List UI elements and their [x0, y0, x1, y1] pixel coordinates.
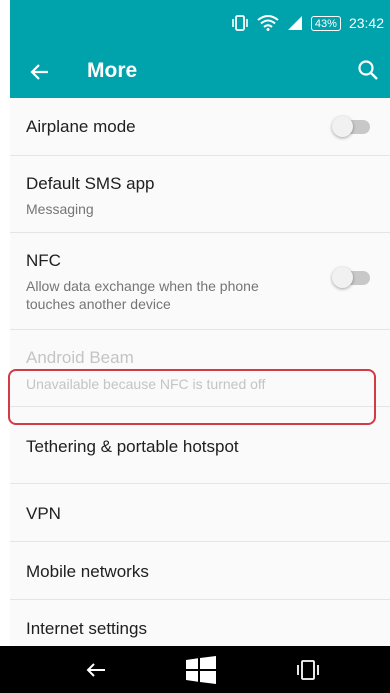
search-icon[interactable]: [356, 58, 380, 82]
setting-default-sms-app[interactable]: Default SMS app Messaging: [10, 156, 390, 233]
cell-signal-icon: [287, 15, 303, 31]
setting-label: Tethering & portable hotspot: [26, 437, 239, 456]
toggle-thumb: [332, 267, 353, 288]
setting-mobile-networks[interactable]: Mobile networks: [10, 542, 390, 600]
setting-nfc[interactable]: NFC Allow data exchange when the phone tou…: [10, 233, 390, 330]
status-time: 23:42: [348, 15, 384, 31]
settings-list: Airplane mode Default SMS app Messaging NFC…: [10, 98, 390, 670]
status-bar: 43% 23:42: [10, 0, 390, 46]
setting-label: Internet settings: [26, 619, 147, 638]
setting-summary: touches another device: [26, 296, 171, 312]
vibrate-icon: [231, 15, 249, 31]
toggle-thumb: [332, 116, 353, 137]
airplane-mode-toggle[interactable]: [332, 116, 370, 137]
arrow-left-icon[interactable]: [28, 60, 52, 84]
setting-summary: Unavailable because NFC is turned off: [26, 376, 266, 392]
app-bar: More: [10, 46, 390, 98]
setting-summary: Messaging: [26, 201, 94, 217]
setting-vpn[interactable]: VPN: [10, 484, 390, 542]
windows-start-icon[interactable]: [186, 656, 216, 689]
navigation-bar: [0, 646, 390, 693]
setting-label: Default SMS app: [26, 174, 155, 193]
setting-label: Airplane mode: [26, 117, 136, 136]
setting-label: NFC: [26, 251, 61, 270]
setting-tethering-hotspot[interactable]: Tethering & portable hotspot: [10, 407, 390, 484]
task-view-icon[interactable]: [296, 658, 320, 687]
wifi-icon: [257, 15, 279, 31]
phone-screen: 43% 23:42 More Airplane mode Default SMS …: [10, 0, 390, 693]
setting-airplane-mode[interactable]: Airplane mode: [10, 98, 390, 156]
back-icon[interactable]: [84, 658, 108, 687]
nfc-toggle[interactable]: [332, 267, 370, 288]
setting-label: Android Beam: [26, 348, 134, 367]
setting-android-beam: Android Beam Unavailable because NFC is t…: [10, 330, 390, 407]
setting-summary: Allow data exchange when the phone: [26, 278, 259, 294]
page-title: More: [87, 59, 138, 82]
battery-indicator: 43%: [310, 15, 341, 31]
setting-label: Mobile networks: [26, 562, 149, 581]
setting-label: VPN: [26, 504, 61, 523]
